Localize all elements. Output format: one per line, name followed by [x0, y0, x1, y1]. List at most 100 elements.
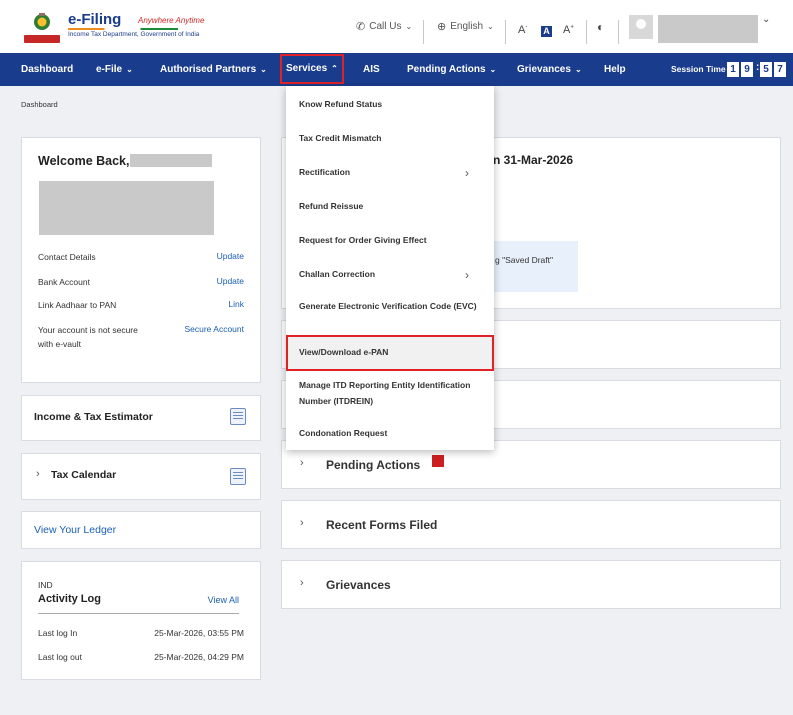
income-tax-estimator-title: Income & Tax Estimator — [34, 411, 153, 423]
menu-item-tax-credit-mismatch[interactable]: Tax Credit Mismatch — [286, 130, 494, 146]
last-login-value: 25-Mar-2026, 03:55 PM — [154, 628, 244, 638]
font-decrease-sign: - — [525, 24, 528, 31]
chevron-right-icon: › — [36, 468, 40, 480]
menu-item-label: Request for Order Giving Effect — [299, 235, 427, 245]
department-name: Income Tax Department, Government of Ind… — [68, 31, 200, 38]
grievances-title: Grievances — [326, 578, 391, 592]
view-ledger-link[interactable]: View Your Ledger — [34, 524, 116, 536]
username-redacted[interactable] — [658, 15, 758, 43]
font-increase-sign: + — [570, 24, 574, 31]
language-select[interactable]: ⊕ English ⌄ — [437, 0, 494, 53]
menu-item-rectification[interactable]: Rectification › — [286, 164, 494, 180]
phone-icon: ✆ — [356, 21, 366, 33]
nav-dashboard[interactable]: Dashboard — [21, 53, 73, 86]
view-all-link[interactable]: View All — [208, 595, 239, 605]
nav-services[interactable]: Services ⌃ — [280, 54, 344, 84]
divider — [423, 20, 424, 44]
tax-calendar-title: Tax Calendar — [51, 469, 117, 481]
session-time-label: Session Time — [671, 64, 726, 74]
font-increase-button[interactable]: A+ — [563, 24, 574, 36]
nav-ais[interactable]: AIS — [363, 53, 380, 86]
divider — [618, 20, 619, 44]
avatar[interactable] — [629, 15, 653, 39]
top-bar: e-Filing Anywhere Anytime Income Tax Dep… — [0, 0, 793, 53]
activity-log-card: IND Activity Log View All Last log In 25… — [21, 561, 261, 680]
chevron-down-icon: ⌄ — [405, 22, 413, 31]
menu-item-refund-reissue[interactable]: Refund Reissue — [286, 198, 494, 214]
session-digit: 5 — [760, 62, 772, 77]
session-colon: : — [756, 62, 760, 73]
session-digit: 1 — [727, 62, 739, 77]
menu-item-manage-itdrein[interactable]: Manage ITD Reporting Entity Identificati… — [286, 377, 494, 409]
language-label: English — [450, 21, 484, 32]
menu-item-condonation-request[interactable]: Condonation Request — [286, 425, 494, 441]
menu-item-label: View/Download e-PAN — [299, 347, 389, 357]
font-decrease-button[interactable]: A- — [518, 24, 527, 36]
nav-authorised-partners-label: Authorised Partners — [160, 64, 257, 75]
menu-item-label: Condonation Request — [299, 428, 388, 438]
nav-authorised-partners[interactable]: Authorised Partners ⌄ — [160, 53, 267, 86]
nav-efile[interactable]: e-File ⌄ — [96, 53, 133, 86]
tricolor-underline — [68, 28, 178, 30]
nav-help[interactable]: Help — [604, 53, 626, 86]
divider — [38, 613, 239, 614]
update-contact-link[interactable]: Update — [217, 251, 244, 261]
bank-account-label: Bank Account — [38, 277, 90, 287]
menu-item-view-download-epan[interactable]: View/Download e-PAN — [286, 335, 494, 371]
chevron-right-icon: › — [300, 457, 304, 469]
divider — [505, 20, 506, 44]
font-normal-label: A — [543, 26, 550, 36]
nav-efile-label: e-File — [96, 64, 123, 75]
pending-actions-title: Pending Actions — [326, 458, 421, 472]
profile-details-redacted — [39, 181, 214, 235]
nav-pending-actions-label: Pending Actions — [407, 64, 486, 75]
update-bank-link[interactable]: Update — [217, 276, 244, 286]
efiling-logo[interactable]: e-Filing Anywhere Anytime Income Tax Dep… — [22, 9, 204, 45]
menu-item-order-giving-effect[interactable]: Request for Order Giving Effect — [286, 232, 494, 248]
income-tax-estimator-card[interactable]: Income & Tax Estimator — [21, 395, 261, 441]
nav-grievances[interactable]: Grievances ⌄ — [517, 53, 582, 86]
divider — [586, 20, 587, 44]
welcome-card: Welcome Back, Contact Details Update Ban… — [21, 137, 261, 383]
contrast-toggle[interactable]: ◐ — [597, 0, 604, 53]
services-dropdown-menu: Know Refund Status Tax Credit Mismatch R… — [286, 86, 494, 450]
brand-tagline: Anywhere Anytime — [138, 16, 205, 25]
brand-name: e-Filing — [68, 11, 122, 28]
menu-item-know-refund-status[interactable]: Know Refund Status — [286, 96, 494, 112]
calendar-icon — [230, 468, 246, 485]
chevron-up-icon: ⌃ — [331, 64, 338, 73]
last-logout-label: Last log out — [38, 652, 82, 662]
welcome-title: Welcome Back, — [38, 154, 130, 168]
font-normal-button[interactable]: A — [541, 26, 552, 37]
call-us-button[interactable]: ✆ Call Us ⌄ — [356, 0, 412, 53]
session-digit: 7 — [774, 62, 786, 77]
main-navbar: Dashboard e-File ⌄ Authorised Partners ⌄ S… — [0, 53, 793, 86]
chevron-right-icon: › — [465, 166, 469, 180]
menu-item-label: Generate Electronic Verification Code (E… — [299, 301, 477, 311]
menu-item-generate-evc[interactable]: Generate Electronic Verification Code (E… — [286, 298, 494, 314]
activity-log-title: Activity Log — [38, 593, 101, 605]
ledger-card[interactable]: View Your Ledger — [21, 511, 261, 549]
contact-details-label: Contact Details — [38, 252, 96, 262]
menu-item-challan-correction[interactable]: Challan Correction › — [286, 266, 494, 282]
nav-pending-actions[interactable]: Pending Actions ⌄ — [407, 53, 496, 86]
globe-icon: ⊕ — [437, 21, 447, 33]
breadcrumb[interactable]: Dashboard — [21, 100, 58, 109]
pending-actions-badge — [432, 455, 444, 467]
call-us-label: Call Us — [369, 21, 402, 32]
tax-calendar-card[interactable]: › Tax Calendar — [21, 453, 261, 500]
last-login-label: Last log In — [38, 628, 78, 638]
nav-ais-label: AIS — [363, 64, 380, 75]
link-aadhaar-link[interactable]: Link — [228, 299, 244, 309]
due-date-text: n 31-Mar-2026 — [493, 153, 574, 167]
chevron-down-icon[interactable]: ⌄ — [762, 14, 770, 25]
nav-services-label: Services — [286, 63, 328, 74]
menu-item-label: Challan Correction — [299, 269, 376, 279]
secure-account-link[interactable]: Secure Account — [184, 324, 244, 334]
menu-item-label: Know Refund Status — [299, 99, 383, 109]
emblem-icon — [24, 13, 60, 43]
menu-item-label: Tax Credit Mismatch — [299, 133, 382, 143]
chevron-down-icon: ⌄ — [126, 65, 133, 74]
menu-item-label: Manage ITD Reporting Entity Identificati… — [299, 380, 471, 406]
recent-forms-title: Recent Forms Filed — [326, 518, 438, 532]
